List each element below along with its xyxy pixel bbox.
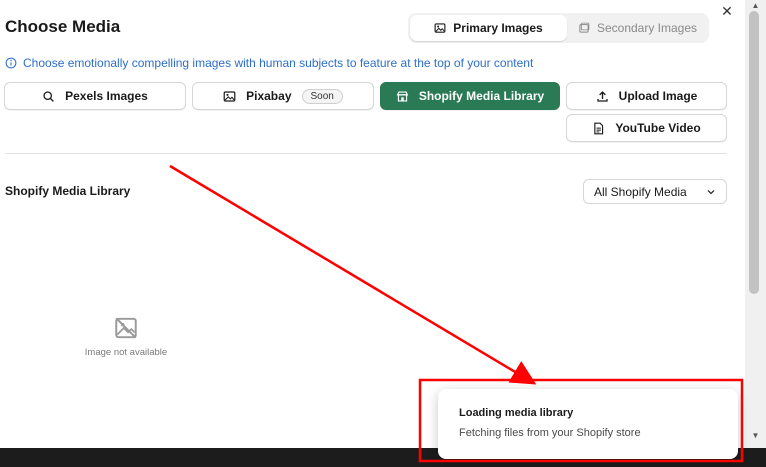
youtube-video-button[interactable]: YouTube Video: [566, 114, 727, 142]
scrollbar[interactable]: ▲ ▼: [745, 0, 766, 448]
chevron-down-icon: [707, 189, 715, 194]
annotation-arrow: [169, 164, 537, 385]
pixabay-label: Pixabay: [246, 89, 292, 103]
toast-subtitle: Fetching files from your Shopify store: [459, 427, 641, 439]
soon-badge: Soon: [301, 88, 343, 104]
loading-toast: Loading media library Fetching files fro…: [438, 389, 738, 459]
scroll-thumb[interactable]: [749, 11, 759, 294]
toast-title: Loading media library: [459, 407, 574, 419]
dialog-title: Choose Media: [5, 17, 121, 36]
image-placeholder: Image not available: [66, 315, 186, 358]
info-icon: [5, 57, 17, 69]
info-message: Choose emotionally compelling images wit…: [5, 56, 533, 70]
tab-primary-label: Primary Images: [453, 21, 543, 35]
search-icon: [43, 90, 54, 102]
pixabay-button[interactable]: Pixabay Soon: [192, 82, 374, 110]
placeholder-text: Image not available: [84, 347, 168, 358]
media-filter-select[interactable]: All Shopify Media: [583, 179, 727, 204]
media-filter-value: All Shopify Media: [594, 184, 687, 199]
scroll-up-arrow[interactable]: ▲: [749, 1, 762, 11]
image-icon: [434, 23, 446, 33]
store-icon: [396, 90, 409, 102]
section-divider: [5, 153, 727, 154]
shopify-media-library-button[interactable]: Shopify Media Library: [380, 82, 560, 110]
image-icon: [579, 22, 590, 33]
image-icon: [223, 90, 236, 102]
close-icon[interactable]: ✕: [719, 3, 735, 19]
pexels-images-button[interactable]: Pexels Images: [4, 82, 186, 110]
file-icon: [594, 122, 604, 134]
image-off-icon: [115, 317, 137, 339]
upload-image-button[interactable]: Upload Image: [566, 82, 727, 110]
upload-icon: [597, 90, 608, 102]
section-label: Shopify Media Library: [5, 184, 131, 198]
pexels-label: Pexels Images: [65, 89, 148, 103]
scroll-down-arrow[interactable]: ▼: [749, 431, 762, 441]
info-text: Choose emotionally compelling images wit…: [23, 56, 534, 70]
youtube-label: YouTube Video: [615, 121, 701, 135]
image-type-tabs: Primary Images Secondary Images: [408, 13, 709, 43]
tab-primary-images[interactable]: Primary Images: [410, 15, 567, 41]
tab-secondary-label: Secondary Images: [596, 21, 698, 35]
upload-label: Upload Image: [618, 89, 698, 103]
shopify-label: Shopify Media Library: [418, 89, 545, 103]
tab-secondary-images[interactable]: Secondary Images: [568, 15, 707, 41]
